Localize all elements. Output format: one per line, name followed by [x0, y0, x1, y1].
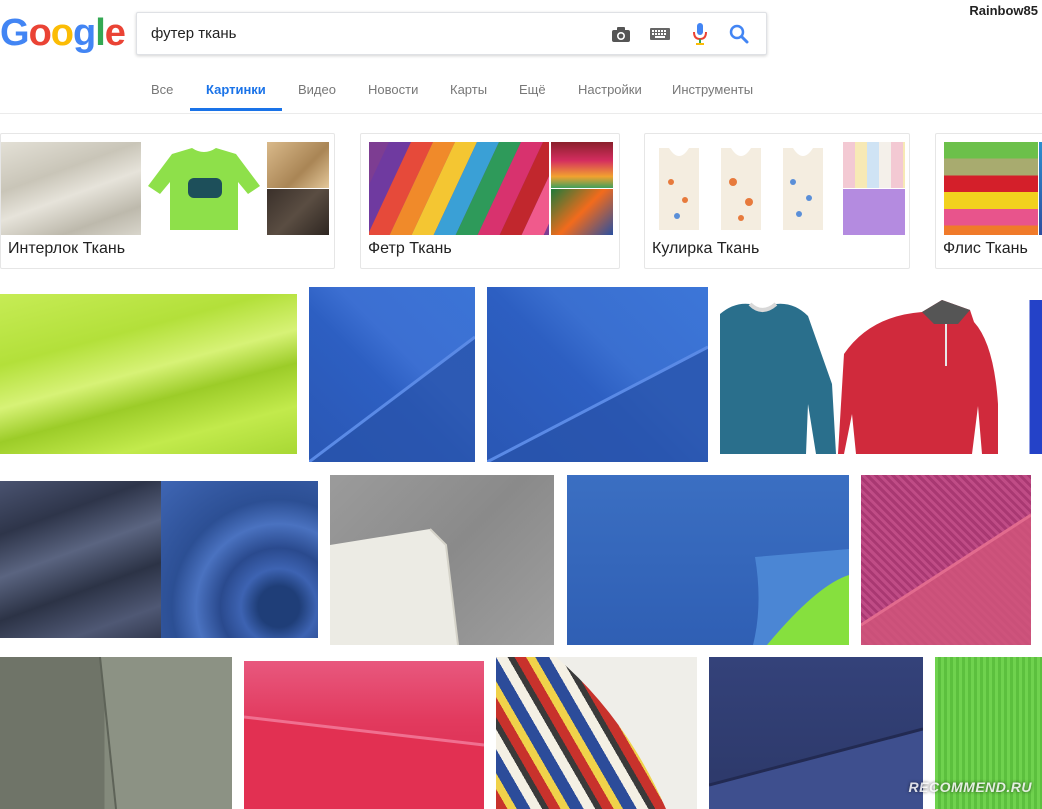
result-image[interactable] — [487, 287, 708, 462]
logo-letter: o — [28, 12, 52, 54]
result-image[interactable] — [720, 294, 1010, 454]
logo-letter: l — [95, 12, 106, 54]
thumbnail-image — [551, 142, 613, 188]
result-image[interactable] — [709, 657, 923, 809]
watermark: RECOMMEND.RU — [908, 779, 1032, 795]
related-thumbnails — [1, 142, 334, 235]
result-image[interactable] — [0, 481, 161, 638]
result-image[interactable] — [861, 475, 1031, 645]
result-image[interactable] — [496, 657, 697, 809]
related-thumbnails — [936, 142, 1042, 235]
active-tab-indicator — [190, 108, 282, 111]
thumbnail-image — [843, 142, 905, 188]
google-images-page: Google Rainbow85 Все Картинки Видео Ново… — [0, 0, 1042, 809]
result-image[interactable] — [330, 475, 554, 645]
keyboard-icon[interactable] — [648, 22, 672, 46]
thumbnail-image — [551, 189, 613, 235]
related-thumbnails — [645, 142, 909, 235]
related-search-card[interactable]: Кулирка Ткань — [644, 133, 910, 269]
microphone-icon[interactable] — [688, 22, 712, 46]
related-search-card[interactable]: Флис Ткань — [935, 133, 1042, 269]
result-image[interactable] — [161, 481, 318, 638]
search-box — [136, 12, 767, 55]
thumbnail-image — [142, 142, 266, 235]
tab-all[interactable]: Все — [151, 82, 173, 97]
thumbnail-image — [369, 142, 549, 235]
thumbnail-image — [1, 142, 141, 235]
result-image[interactable] — [1024, 300, 1042, 454]
related-search-card[interactable]: Фетр Ткань — [360, 133, 620, 269]
thumbnail-image — [944, 142, 1038, 235]
account-name[interactable]: Rainbow85 — [969, 3, 1038, 18]
tab-settings[interactable]: Настройки — [578, 82, 642, 97]
related-search-label: Кулирка Ткань — [652, 240, 760, 257]
tab-news[interactable]: Новости — [368, 82, 418, 97]
tab-tools[interactable]: Инструменты — [672, 82, 753, 97]
tab-video[interactable]: Видео — [298, 82, 336, 97]
related-search-card[interactable]: Интерлок Ткань — [0, 133, 335, 269]
tab-images[interactable]: Картинки — [206, 82, 266, 97]
search-tabs: Все Картинки Видео Новости Карты Ещё Нас… — [0, 72, 1042, 114]
related-thumbnails — [361, 142, 619, 235]
related-search-label: Фетр Ткань — [368, 240, 452, 257]
google-logo[interactable]: Google — [0, 12, 126, 54]
logo-letter: e — [104, 12, 126, 54]
search-input[interactable] — [151, 13, 581, 54]
thumbnail-image — [267, 142, 329, 188]
result-image[interactable] — [0, 294, 297, 454]
thumbnail-image — [843, 189, 905, 235]
logo-letter: o — [50, 12, 74, 54]
related-search-label: Флис Ткань — [943, 240, 1028, 257]
result-image[interactable] — [0, 657, 232, 809]
thumbnail-image — [653, 142, 843, 235]
logo-letter: g — [73, 12, 96, 54]
result-image[interactable] — [244, 661, 484, 809]
camera-icon[interactable] — [609, 22, 633, 46]
result-image[interactable] — [567, 475, 849, 645]
search-icon[interactable] — [727, 22, 751, 46]
logo-letter: G — [0, 12, 30, 54]
tab-more[interactable]: Ещё — [519, 82, 546, 97]
thumbnail-image — [267, 189, 329, 235]
result-image[interactable] — [309, 287, 475, 462]
tab-maps[interactable]: Карты — [450, 82, 487, 97]
related-search-label: Интерлок Ткань — [8, 240, 126, 257]
